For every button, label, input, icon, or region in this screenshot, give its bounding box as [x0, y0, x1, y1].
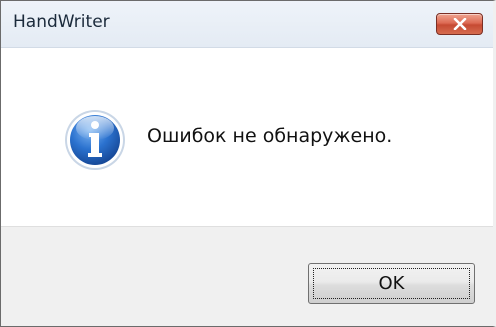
- message-text: Ошибок не обнаружено.: [147, 125, 393, 147]
- ok-button[interactable]: OK: [308, 263, 475, 304]
- info-icon: [63, 108, 127, 172]
- window-title: HandWriter: [13, 12, 110, 32]
- button-area: OK: [1, 226, 493, 326]
- title-bar[interactable]: HandWriter: [1, 1, 493, 48]
- message-dialog: HandWriter Ошибок не обнаружено. OK: [0, 0, 496, 327]
- ok-button-label: OK: [378, 273, 405, 294]
- dialog-content: Ошибок не обнаружено.: [1, 48, 493, 226]
- close-button[interactable]: [436, 13, 483, 35]
- close-icon: [453, 18, 467, 30]
